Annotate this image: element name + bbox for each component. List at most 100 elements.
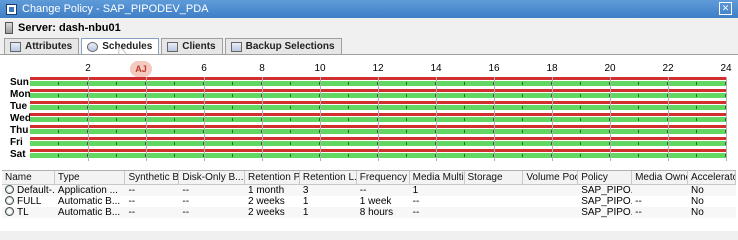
table-cell: --: [357, 185, 410, 196]
day-label: Tue: [10, 101, 28, 112]
hour-label: 12: [372, 63, 384, 74]
table-cell: FULL: [2, 196, 55, 207]
cell-text: 2 weeks: [248, 207, 285, 218]
table-row[interactable]: TL Automatic B... -- -- 2 weeks 1 8 hours -- SAP…: [2, 207, 736, 218]
column-header[interactable]: Storage: [465, 171, 524, 184]
hour-label: 20: [604, 63, 616, 74]
cell-text: --: [182, 185, 190, 196]
tab-clients[interactable]: Clients: [161, 38, 223, 54]
column-header[interactable]: Name: [2, 171, 55, 184]
table-cell: Automatic B...: [55, 207, 126, 218]
table-cell: 1: [300, 196, 357, 207]
cell-text: 3: [302, 185, 309, 196]
hour-label: 10: [314, 63, 326, 74]
day-label: Thu: [10, 125, 29, 136]
cell-text: 1: [412, 185, 419, 196]
column-header[interactable]: Synthetic B...: [125, 171, 180, 184]
table-cell: 1: [410, 185, 465, 196]
table-cell: --: [125, 207, 179, 218]
cell-text: Automatic B...: [57, 207, 121, 218]
column-header[interactable]: Media Owner: [632, 171, 688, 184]
day-label: Sun: [10, 77, 29, 88]
app-icon: [6, 3, 17, 15]
window-title: Change Policy - SAP_PIPODEV_PDA: [22, 3, 209, 15]
cell-text: No: [690, 207, 704, 218]
column-header[interactable]: Media Multi...: [410, 171, 465, 184]
table-cell: --: [125, 196, 179, 207]
tab-label: Clients: [182, 41, 216, 52]
cell-text: --: [182, 207, 190, 218]
server-bar: Server: dash-nbu01: [0, 18, 738, 38]
server-label: Server: dash-nbu01: [18, 22, 121, 34]
table-cell: SAP_PIPO...: [578, 196, 632, 207]
hour-label: 24: [720, 63, 732, 74]
window-titlebar: Change Policy - SAP_PIPODEV_PDA ✕: [0, 0, 738, 18]
hour-label: 14: [430, 63, 442, 74]
column-header[interactable]: Policy: [578, 171, 633, 184]
table-cell: 3: [300, 185, 357, 196]
tab-label: Backup Selections: [245, 41, 335, 52]
tab-bar: Attributes Schedules Clients Backup Sele…: [4, 38, 344, 54]
table-cell: 2 weeks: [245, 207, 300, 218]
table-cell: [523, 185, 578, 196]
tab-label: Schedules: [102, 41, 153, 52]
cell-text: 1: [302, 196, 309, 207]
hour-label: 18: [546, 63, 558, 74]
column-header[interactable]: Retention P...: [245, 171, 300, 184]
grid-line: [378, 77, 379, 161]
table-cell: --: [179, 185, 245, 196]
annotation-badge: AJ: [130, 61, 152, 77]
schedules-panel: 24681012141618202224 AJ SunMonTueWedThuF…: [0, 54, 738, 231]
cell-text: 1: [302, 207, 309, 218]
cell-text: --: [128, 207, 136, 218]
hour-label: 2: [85, 63, 91, 74]
tab-label: Attributes: [25, 41, 73, 52]
column-header[interactable]: Retention L...: [300, 171, 357, 184]
table-cell: Default-...: [2, 185, 55, 196]
cell-text: SAP_PIPO...: [581, 185, 632, 196]
grid-line: [88, 77, 89, 161]
cell-text: Application ...: [57, 185, 118, 196]
tab-backup-selections[interactable]: Backup Selections: [224, 38, 342, 54]
grid-line: [726, 77, 727, 161]
day-labels: Sun Mon Tue Wed Thu Fri Sat: [10, 77, 31, 161]
column-header[interactable]: Volume Pool: [523, 171, 579, 184]
hour-label: 6: [201, 63, 207, 74]
cell-text: 1 month: [248, 185, 285, 196]
table-cell: --: [410, 196, 465, 207]
attributes-icon: [10, 41, 21, 52]
column-header[interactable]: Accelerator ...: [688, 171, 736, 184]
column-header[interactable]: Type: [55, 171, 126, 184]
cell-text: SAP_PIPO...: [581, 207, 632, 218]
clients-icon: [167, 41, 179, 52]
table-cell: --: [410, 207, 465, 218]
table-cell: 1 week: [357, 196, 410, 207]
cell-text: 2 weeks: [248, 196, 285, 207]
cell-text: FULL: [17, 196, 42, 207]
table-cell: TL: [2, 207, 55, 218]
column-header[interactable]: Disk-Only B...: [179, 171, 245, 184]
grid-line: [320, 77, 321, 161]
table-cell: No: [688, 185, 736, 196]
close-icon[interactable]: ✕: [719, 2, 732, 15]
schedule-table: NameTypeSynthetic B...Disk-Only B...Rete…: [2, 170, 736, 232]
table-cell: [465, 207, 524, 218]
cell-text: TL: [17, 207, 29, 218]
schedule-grid[interactable]: [30, 77, 727, 161]
table-row[interactable]: Default-...Application ... -- -- 1 month 3 --…: [2, 185, 736, 196]
cell-text: No: [690, 196, 704, 207]
grid-line: [262, 77, 263, 161]
cell-text: --: [412, 196, 420, 207]
table-row[interactable]: FULL Automatic B... -- -- 2 weeks 1 1 week -- SA…: [2, 196, 736, 207]
hour-label: 16: [488, 63, 500, 74]
table-cell: SAP_PIPO...: [578, 185, 632, 196]
grid-line: [146, 77, 147, 161]
tab-attributes[interactable]: Attributes: [4, 38, 80, 54]
table-cell: [465, 196, 524, 207]
table-cell: --: [125, 185, 179, 196]
table-cell: --: [632, 207, 688, 218]
day-label: Fri: [10, 137, 23, 148]
table-cell: Automatic B...: [55, 196, 126, 207]
grid-line: [552, 77, 553, 161]
column-header[interactable]: Frequency: [357, 171, 410, 184]
